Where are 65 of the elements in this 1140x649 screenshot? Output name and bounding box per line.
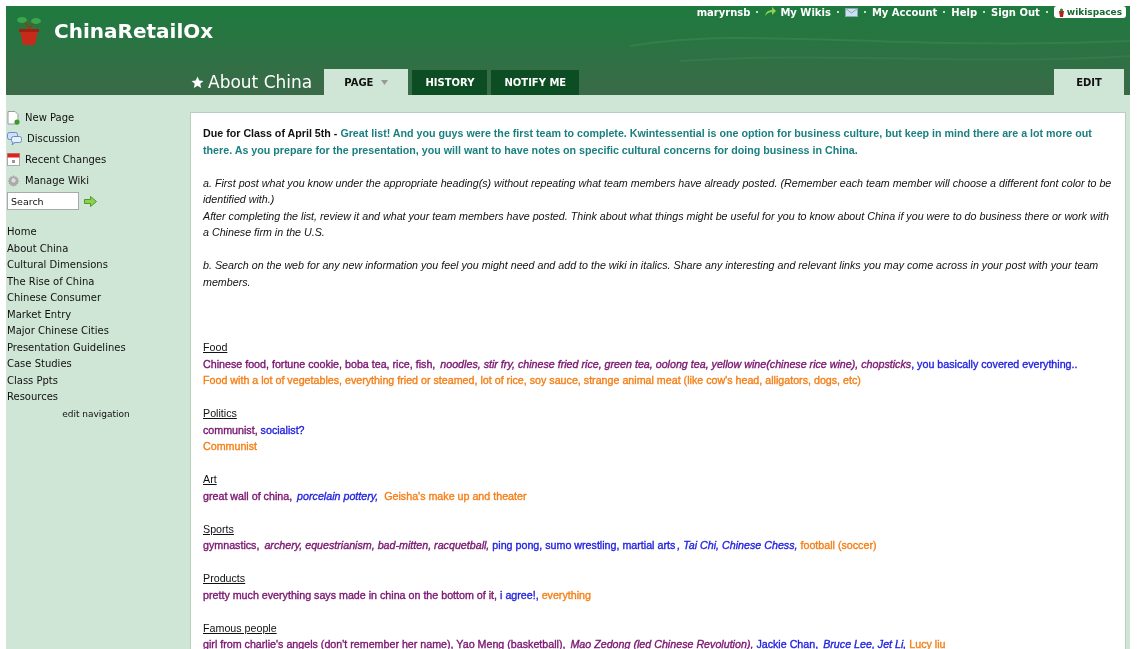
- tab[interactable]: PAGE: [324, 69, 409, 95]
- section-heading: Art: [203, 472, 217, 487]
- nav-link[interactable]: Home: [7, 224, 185, 241]
- user-menu-link[interactable]: Sign Out: [991, 6, 1040, 18]
- entry-text: , Tai Chi, Chinese Chess,: [676, 539, 798, 551]
- sidebar-action-link[interactable]: Discussion: [27, 133, 81, 144]
- nav-link[interactable]: About China: [7, 240, 185, 257]
- arrow-icon: [764, 7, 777, 17]
- nav-link[interactable]: Cultural Dimensions: [7, 257, 185, 274]
- entry-text: great wall of china,: [203, 489, 294, 502]
- speech-bubbles-icon[interactable]: [7, 132, 22, 145]
- plant-pot-icon: [16, 16, 42, 46]
- section-heading: Products: [203, 571, 246, 586]
- entry-text: Bruce Lee, Jet Li,: [822, 638, 907, 649]
- entry-text: football (soccer): [799, 539, 877, 551]
- entry-text: Geisha's make up and theater: [383, 489, 527, 502]
- nav-link[interactable]: Major Chinese Cities: [7, 323, 185, 340]
- user-menu-link[interactable]: My Account: [871, 6, 938, 18]
- entry-text: everything: [541, 588, 591, 601]
- entry-text: Jackie Chan,: [755, 638, 820, 649]
- page-icon[interactable]: [7, 110, 20, 125]
- arrow-icon[interactable]: [84, 195, 97, 207]
- user-menu-link[interactable]: Help: [951, 6, 978, 18]
- section-heading: Famous people: [203, 620, 277, 636]
- username-link[interactable]: maryrnsb: [696, 6, 751, 18]
- section-heading: Sports: [203, 521, 234, 537]
- instruction-paragraph: a. First post what you know under the appropriate heading(s) without repeating what team members have already posted. (Remember each team member will choose a different font color to be identified with.) After completing the list, review it and what your team members have posted. Think about what things might be useful for you to know about China if you were to do business there or work with a Chinese firm in the U.S.: [203, 175, 1113, 240]
- entry-text: communist,: [203, 423, 259, 436]
- tab[interactable]: NOTIFY ME: [491, 70, 580, 95]
- entry-text: Chinese food, fortune cookie, boba tea, rice, fish,: [203, 357, 437, 370]
- page-title: About China: [208, 72, 313, 92]
- entry-text: , you basically covered everything..: [911, 357, 1078, 370]
- nav-link[interactable]: The Rise of China: [7, 273, 185, 290]
- entry-text: i agree!,: [500, 588, 540, 601]
- edit-navigation-link[interactable]: edit navigation: [62, 408, 130, 419]
- entry-text: porcelain pottery,: [295, 489, 380, 502]
- intro-paragraph: Due for Class of April 5th - Great list! And you guys were the first team to complete. Kwintessential is one option for business culture, but keep in mind there are a lot more out there. As you prepare for the presentation, you will want to have notes on specific cultural concerns for doing business in China.: [203, 126, 1093, 158]
- nav-link[interactable]: Case Studies: [7, 356, 185, 373]
- sidebar-action-link[interactable]: Manage Wiki: [25, 175, 89, 186]
- sidebar-action-link[interactable]: New Page: [25, 112, 75, 123]
- nav-link[interactable]: Chinese Consumer: [7, 290, 185, 307]
- entry-text: ping pong, sumo wrestling, martial arts: [491, 539, 676, 551]
- instruction-paragraph: b. Search on the web for any new information you feel you might need and add to the wiki in italics. Share any interesting and relevant links you may come across in your post with your team members.: [203, 258, 1100, 290]
- search-field[interactable]: Search: [7, 192, 79, 210]
- edit-button[interactable]: EDIT: [1054, 69, 1124, 95]
- star-icon[interactable]: [191, 75, 204, 89]
- section-heading: Politics: [203, 406, 237, 421]
- nav-link[interactable]: Presentation Guidelines: [7, 339, 185, 356]
- user-menu-link[interactable]: My Wikis: [780, 6, 831, 18]
- nav-link[interactable]: Class Ppts: [7, 372, 185, 389]
- wikispaces-badge[interactable]: wikispaces: [1053, 6, 1126, 18]
- calendar-icon[interactable]: [7, 153, 20, 166]
- entry-text: archery, equestrianism, bad-mitten, racquetball,: [263, 539, 490, 551]
- entry-text: Communist: [203, 440, 258, 452]
- nav-link[interactable]: Market Entry: [7, 306, 185, 323]
- entry-text: pretty much everything says made in china on the bottom of it,: [203, 588, 499, 601]
- section-heading: Food: [203, 340, 228, 355]
- entry-text: Food with a lot of vegetables, everything fried or steamed, lot of rice, soy sauce, strange animal meat (like cow's head, alligators, dogs, etc): [203, 374, 861, 386]
- entry-text: gymnastics,: [203, 539, 261, 551]
- tab[interactable]: HISTORY: [412, 70, 488, 95]
- nav-link[interactable]: Resources: [7, 389, 185, 406]
- mail-icon[interactable]: [844, 7, 858, 17]
- entry-text: socialist?: [260, 423, 305, 436]
- sidebar-action-link[interactable]: Recent Changes: [25, 154, 107, 165]
- site-title[interactable]: ChinaRetailOx: [54, 19, 214, 43]
